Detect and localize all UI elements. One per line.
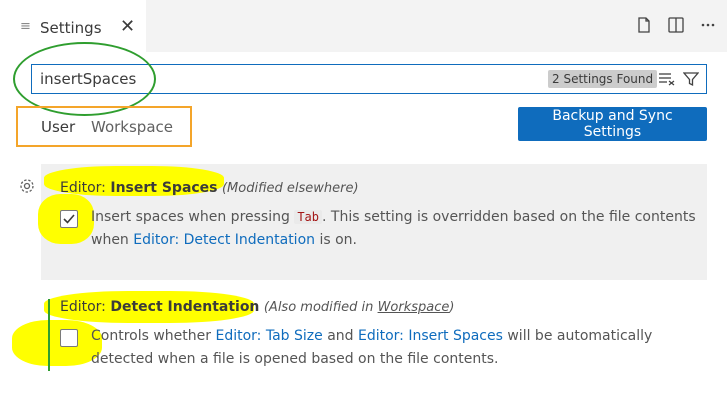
note-text: ) (449, 300, 455, 315)
more-actions-icon[interactable] (699, 16, 717, 34)
setting-title: Editor: Insert Spaces (Modified elsewher… (60, 180, 359, 196)
workspace-link[interactable]: Workspace (378, 300, 450, 315)
desc-text: will be automatically (507, 328, 653, 344)
settings-file-icon: ≡ (20, 19, 31, 34)
insert-spaces-checkbox[interactable] (60, 210, 78, 228)
setting-name: Insert Spaces (110, 180, 218, 196)
modified-indicator (48, 299, 50, 371)
tab-title: Settings (40, 19, 102, 37)
detect-indentation-link[interactable]: Editor: Detect Indentation (133, 232, 315, 248)
code-tab: Tab (294, 210, 323, 224)
setting-category: Editor: (60, 299, 106, 315)
modified-note: (Modified elsewhere) (221, 181, 359, 196)
setting-category: Editor: (60, 180, 106, 196)
desc-text: detected when a file is opened based on … (91, 351, 499, 367)
editor-actions (635, 16, 717, 34)
clear-filter-icon[interactable] (658, 72, 676, 86)
insert-spaces-link[interactable]: Editor: Insert Spaces (358, 328, 503, 344)
desc-text: when (91, 232, 129, 248)
setting-description: Controls whether Editor: Tab Size and Ed… (91, 325, 701, 371)
close-icon[interactable]: ✕ (120, 16, 135, 37)
note-text: (Also modified in (263, 300, 374, 315)
desc-text: . This setting is overridden based on th… (322, 209, 696, 225)
modified-note: (Also modified in Workspace) (264, 300, 455, 315)
filter-icon[interactable] (683, 71, 699, 87)
results-count-badge: 2 Settings Found (548, 70, 658, 88)
desc-text: is on. (319, 232, 357, 248)
highlight-mark (12, 320, 102, 366)
scope-tabs: User Workspace (16, 106, 192, 147)
gear-icon[interactable] (18, 177, 36, 195)
desc-text: Insert spaces when pressing (91, 209, 290, 225)
check-icon (63, 214, 75, 224)
setting-description: Insert spaces when pressing Tab. This se… (91, 206, 701, 252)
open-json-icon[interactable] (635, 16, 653, 34)
search-annotation-ring (13, 42, 156, 116)
setting-name: Detect Indentation (110, 299, 260, 315)
tab-user[interactable]: User (41, 118, 75, 136)
tab-workspace[interactable]: Workspace (91, 118, 173, 136)
desc-text: Controls whether (91, 328, 212, 344)
split-editor-icon[interactable] (667, 16, 685, 34)
tab-size-link[interactable]: Editor: Tab Size (215, 328, 322, 344)
desc-text: and (327, 328, 354, 344)
detect-indentation-checkbox[interactable] (60, 329, 78, 347)
setting-title: Editor: Detect Indentation (Also modifie… (60, 299, 454, 315)
backup-sync-button[interactable]: Backup and Sync Settings (518, 107, 707, 141)
